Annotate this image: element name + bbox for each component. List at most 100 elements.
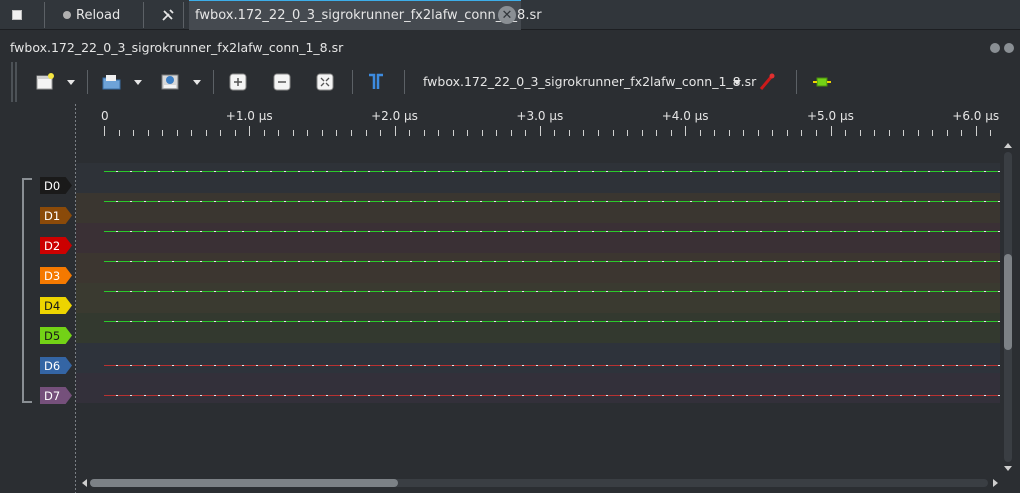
channel-label-d1[interactable]: D1: [40, 207, 72, 224]
ruler-tick-label: +3.0 µs: [516, 109, 564, 123]
divider: [183, 2, 184, 28]
ruler-tick: [583, 130, 584, 136]
horizontal-scroll-thumb: [90, 479, 398, 487]
ruler-tick: [322, 130, 323, 136]
ruler-tick: [307, 130, 308, 136]
trace-d6: [104, 365, 1000, 366]
ruler-tick: [380, 130, 381, 136]
divider: [796, 70, 797, 94]
channel-label-d3[interactable]: D3: [40, 267, 72, 284]
channel-label-d4[interactable]: D4: [40, 297, 72, 314]
ruler-tick: [569, 130, 570, 136]
wrench-icon: [162, 9, 174, 21]
tab-label: fwbox.172_22_0_3_sigrokrunner_fx2lafw_co…: [195, 8, 542, 23]
channel-label-d0[interactable]: D0: [40, 177, 72, 194]
divider: [213, 70, 214, 94]
channel-group-bracket: [22, 178, 32, 403]
ruler-tick: [714, 130, 715, 136]
trace-d0: [104, 171, 1000, 172]
ruler-tick: [453, 130, 454, 136]
zoom-in-icon[interactable]: [228, 72, 248, 92]
ruler-tick: [540, 126, 541, 136]
ruler-tick: [438, 130, 439, 136]
ruler-tick: [874, 130, 875, 136]
ruler-tick: [206, 130, 207, 136]
chevron-down-icon[interactable]: [67, 80, 75, 85]
ruler-tick: [148, 130, 149, 136]
ruler-tick: [990, 130, 991, 136]
scroll-left-icon: [82, 479, 87, 487]
open-file-icon[interactable]: [102, 72, 122, 92]
ruler-tick: [743, 130, 744, 136]
save-icon[interactable]: [160, 72, 180, 92]
trace-d2: [104, 231, 1000, 232]
channel-label-d5[interactable]: D5: [40, 327, 72, 344]
ruler-tick: [700, 130, 701, 136]
chevron-down-icon[interactable]: [193, 80, 201, 85]
ruler-tick: [366, 130, 367, 136]
horizontal-scrollbar[interactable]: [80, 476, 1000, 490]
trace-d1: [104, 201, 1000, 202]
channel-lane-d7: [76, 373, 1000, 403]
channel-label-d7[interactable]: D7: [40, 387, 72, 404]
decoder-icon[interactable]: [812, 72, 832, 92]
tab-session-file[interactable]: fwbox.172_22_0_3_sigrokrunner_fx2lafw_co…: [189, 0, 542, 30]
channel-label-d6[interactable]: D6: [40, 357, 72, 374]
zoom-fit-icon[interactable]: [315, 72, 335, 92]
probe-icon[interactable]: [757, 72, 777, 92]
ruler-tick: [119, 130, 120, 136]
tab-bar: Reload fwbox.172_22_0_3_sigrokrunner_fx2…: [0, 0, 1020, 30]
vertical-scrollbar[interactable]: [1002, 142, 1014, 472]
ruler-tick: [482, 130, 483, 136]
channel-lane-d3: [76, 253, 1000, 283]
ruler-tick-label: +2.0 µs: [371, 109, 418, 123]
scroll-up-icon: [1004, 143, 1012, 148]
ruler-tick: [409, 130, 410, 136]
ruler-tick: [293, 130, 294, 136]
ruler-tick: [613, 130, 614, 136]
divider: [143, 2, 144, 28]
channel-lane-d5: [76, 313, 1000, 343]
ruler-tick: [961, 130, 962, 136]
reload-button[interactable]: Reload: [63, 0, 120, 30]
trace-d3: [104, 261, 1000, 262]
toolbar-grip[interactable]: [11, 62, 13, 102]
ruler-tick-label: +1.0 µs: [225, 109, 273, 123]
ruler-tick: [177, 130, 178, 136]
trace-d7: [104, 395, 1000, 396]
float-dock-icon[interactable]: [990, 43, 1000, 53]
ruler-tick: [264, 130, 265, 136]
zoom-out-icon[interactable]: [272, 72, 292, 92]
ruler-tick: [685, 126, 686, 136]
ruler-tick: [104, 126, 105, 136]
new-session-icon[interactable]: [35, 72, 55, 92]
ruler-tick: [656, 130, 657, 136]
ruler-tick: [598, 130, 599, 136]
close-tab-icon[interactable]: ✕: [498, 6, 516, 24]
stop-button[interactable]: [12, 0, 22, 30]
ruler-tick: [976, 126, 977, 136]
reload-icon: [63, 11, 71, 19]
channel-lane-d2: [76, 223, 1000, 253]
ruler-tick: [831, 126, 832, 136]
channel-lane-d0: [76, 163, 1000, 193]
ruler-tick: [554, 130, 555, 136]
settings-button[interactable]: [161, 0, 175, 30]
chevron-down-icon[interactable]: [134, 80, 142, 85]
chevron-down-icon[interactable]: [733, 80, 741, 85]
ruler-tick: [395, 126, 396, 136]
ruler-tick: [671, 130, 672, 136]
device-selector[interactable]: fwbox.172_22_0_3_sigrokrunner_fx2lafw_co…: [423, 74, 756, 89]
ruler-tick: [642, 130, 643, 136]
close-dock-icon[interactable]: [1004, 43, 1014, 53]
ruler-tick: [627, 130, 628, 136]
ruler-tick: [496, 130, 497, 136]
toolbar-grip[interactable]: [15, 62, 17, 102]
ruler-tick: [336, 130, 337, 136]
divider: [352, 70, 353, 94]
ruler-tick: [191, 130, 192, 136]
ruler-tick: [278, 130, 279, 136]
ruler-tick-label: +5.0 µs: [807, 109, 854, 123]
channel-label-d2[interactable]: D2: [40, 237, 72, 254]
cursor-icon[interactable]: [366, 72, 386, 92]
